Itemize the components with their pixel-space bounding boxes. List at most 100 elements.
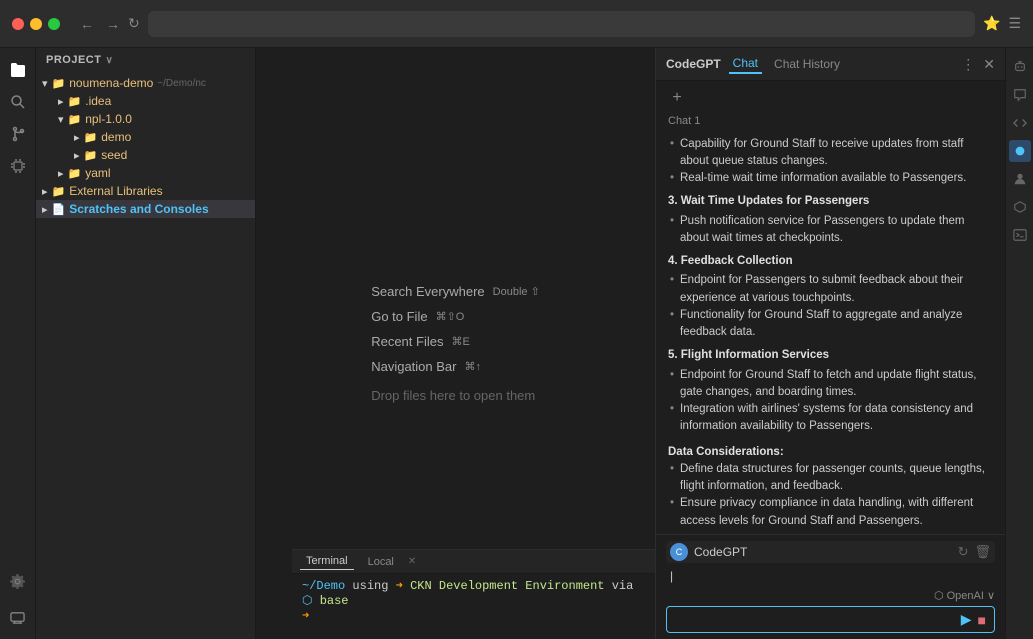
- far-right-chat-icon[interactable]: [1009, 84, 1031, 106]
- minimize-traffic-light[interactable]: [30, 18, 42, 30]
- chevron-icon: ▾: [42, 77, 48, 90]
- star-button[interactable]: ⭐: [983, 15, 1000, 32]
- tree-label: demo: [101, 130, 131, 144]
- codegpt-input-area: C CodeGPT ↻ 🗑 | ⬡ OpenAI ∨ ▶ ■: [656, 534, 1005, 639]
- tab-close-button[interactable]: ✕: [408, 556, 416, 567]
- tree-item-noumena-demo[interactable]: ▾ 📁 noumena-demo ~/Demo/nc: [36, 74, 255, 92]
- far-right-terminal-icon[interactable]: [1009, 224, 1031, 246]
- nav-buttons: ← → ↻: [76, 14, 140, 34]
- tree-item-scratches[interactable]: ▸ 📄 Scratches and Consoles: [36, 200, 255, 218]
- provider-name: ⬡ OpenAI: [934, 589, 984, 602]
- far-right-code-icon[interactable]: [1009, 112, 1031, 134]
- tree-label: Scratches and Consoles: [69, 202, 208, 216]
- terminal-arrow: ➜: [396, 579, 403, 593]
- refresh-button[interactable]: ↻: [958, 544, 969, 560]
- delete-button[interactable]: 🗑: [974, 544, 991, 560]
- shortcut-key: ⌘E: [451, 335, 469, 348]
- tree-label: seed: [101, 148, 127, 162]
- tree-item-npl[interactable]: ▾ 📁 npl-1.0.0: [36, 110, 255, 128]
- chat-body[interactable]: + Chat 1 Capability for Ground Staff to …: [656, 81, 1005, 534]
- tree-item-yaml[interactable]: ▸ 📁 yaml: [36, 164, 255, 182]
- terminal-tab[interactable]: Terminal: [300, 553, 354, 570]
- sidebar-icons: [0, 48, 36, 639]
- sidebar-item-search[interactable]: [4, 88, 32, 116]
- terminal-base: base: [320, 594, 349, 608]
- close-traffic-light[interactable]: [12, 18, 24, 30]
- path-label: ~/Demo/nc: [157, 78, 206, 89]
- tree-label: noumena-demo: [69, 76, 153, 90]
- terminal-line-2: ➜: [302, 608, 645, 623]
- provider-label: ⬡ OpenAI ∨: [934, 589, 995, 602]
- bullet-4: Endpoint for Passengers to submit feedba…: [668, 272, 993, 307]
- tree-item-external-libs[interactable]: ▸ 📁 External Libraries: [36, 182, 255, 200]
- folder-icon: 📁: [84, 131, 98, 144]
- new-chat-button[interactable]: +: [668, 89, 686, 107]
- section-3-title: 3. Wait Time Updates for Passengers: [668, 193, 993, 210]
- tab-chat[interactable]: Chat: [729, 54, 762, 74]
- far-right-robot-icon[interactable]: [1009, 56, 1031, 78]
- terminal-tabs: Terminal Local ✕: [292, 550, 655, 574]
- sidebar-item-extensions[interactable]: [4, 152, 32, 180]
- tree-item-idea[interactable]: ▸ 📁 .idea: [36, 92, 255, 110]
- folder-icon: 📁: [68, 113, 82, 126]
- terminal-body[interactable]: ~/Demo using ➜ CKN Development Environme…: [292, 574, 655, 639]
- refresh-button[interactable]: ↻: [128, 14, 140, 34]
- chevron-icon: ▾: [58, 113, 64, 126]
- terminal-text: using: [352, 579, 395, 593]
- section-4-title: 4. Feedback Collection: [668, 253, 993, 270]
- assistant-name: CodeGPT: [694, 545, 952, 559]
- forward-button[interactable]: →: [102, 14, 124, 34]
- shortcut-goto: Go to File ⌘⇧O: [371, 309, 464, 324]
- assistant-icon-letter: C: [676, 547, 683, 557]
- chat-input[interactable]: [675, 613, 955, 627]
- bullet-2: Real-time wait time information availabl…: [668, 170, 993, 187]
- data-bullet-2: Ensure privacy compliance in data handli…: [668, 495, 993, 530]
- main-layout: Project ∨ ▾ 📁 noumena-demo ~/Demo/nc ▸ 📁…: [0, 48, 1033, 639]
- drop-files-label: Drop files here to open them: [371, 388, 535, 403]
- shortcut-key: Double ⇧: [493, 285, 540, 298]
- sidebar-item-remote[interactable]: [4, 603, 32, 631]
- data-considerations-label: Data Considerations:: [668, 446, 784, 458]
- send-button[interactable]: ▶: [961, 611, 972, 628]
- folder-icon: 📁: [84, 149, 98, 162]
- far-right-api-icon[interactable]: [1009, 196, 1031, 218]
- shortcut-recent: Recent Files ⌘E: [371, 334, 470, 349]
- provider-bar: ⬡ OpenAI ∨: [666, 589, 995, 602]
- codegpt-title: CodeGPT: [666, 57, 721, 71]
- terminal-arrow-2: ➜: [302, 609, 309, 623]
- bullet-7: Integration with airlines' systems for d…: [668, 401, 993, 436]
- data-considerations-section: Data Considerations: Define data structu…: [668, 444, 993, 530]
- shortcut-search: Search Everywhere Double ⇧: [371, 284, 540, 299]
- far-right-person-icon[interactable]: [1009, 168, 1031, 190]
- chevron-icon: ▸: [42, 185, 48, 198]
- chat-name-label: Chat 1: [668, 113, 993, 130]
- back-button[interactable]: ←: [76, 14, 98, 34]
- local-tab[interactable]: Local: [362, 554, 400, 570]
- chevron-icon: ▸: [74, 149, 80, 162]
- right-panel: CodeGPT Chat Chat History ⋮ ✕ + Chat 1 C…: [655, 48, 1005, 639]
- sidebar-item-settings[interactable]: [4, 567, 32, 595]
- tree-label: yaml: [85, 166, 110, 180]
- close-panel-button[interactable]: ✕: [983, 56, 995, 73]
- address-bar[interactable]: [148, 11, 975, 37]
- browser-chrome: ← → ↻ ⭐ ☰: [0, 0, 1033, 48]
- sidebar-item-source-control[interactable]: [4, 120, 32, 148]
- terminal-env: CKN Development Environment: [410, 579, 604, 593]
- file-icon: 📄: [52, 203, 66, 216]
- far-right-rail: [1005, 48, 1033, 639]
- tab-chat-history[interactable]: Chat History: [770, 55, 844, 73]
- menu-button[interactable]: ☰: [1008, 15, 1021, 32]
- tree-item-demo[interactable]: ▸ 📁 demo: [36, 128, 255, 146]
- fullscreen-traffic-light[interactable]: [48, 18, 60, 30]
- tree-label: npl-1.0.0: [85, 112, 132, 126]
- far-right-active-icon[interactable]: [1009, 140, 1031, 162]
- folder-icon: 📁: [68, 167, 82, 180]
- tree-item-seed[interactable]: ▸ 📁 seed: [36, 146, 255, 164]
- terminal-via: via: [612, 579, 634, 593]
- stop-button[interactable]: ■: [978, 612, 986, 628]
- more-options-button[interactable]: ⋮: [961, 56, 975, 73]
- sidebar-item-files[interactable]: [4, 56, 32, 84]
- typing-indicator: |: [666, 567, 995, 585]
- folder-icon: 📁: [52, 185, 66, 198]
- bullet-3: Push notification service for Passengers…: [668, 213, 993, 248]
